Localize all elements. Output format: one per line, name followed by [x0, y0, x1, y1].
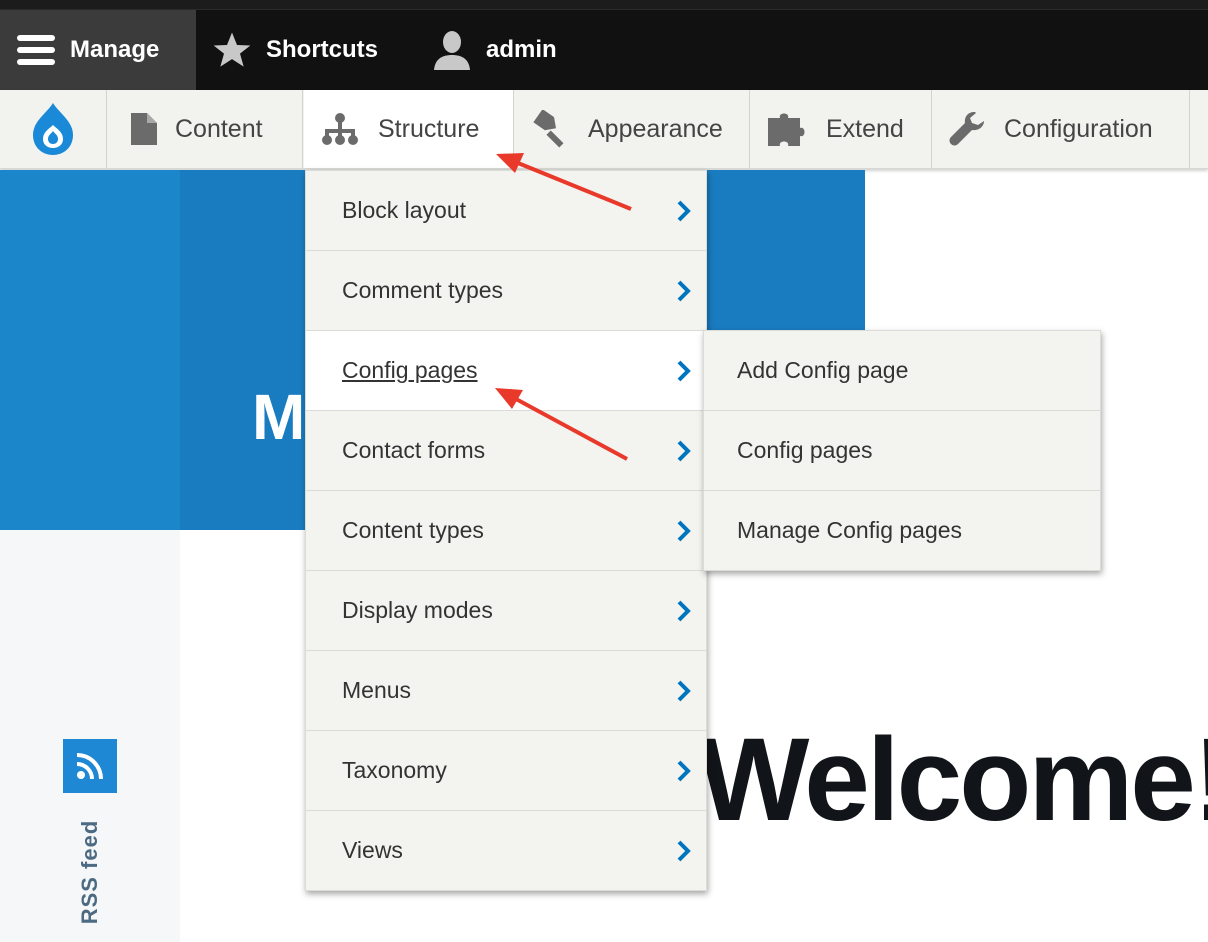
user-menu-button[interactable]: admin [432, 10, 557, 90]
chevron-right-icon [677, 440, 691, 461]
menu-item-comment-types[interactable]: Comment types [306, 251, 706, 331]
wrench-icon [949, 112, 984, 146]
menu-item-label: Config pages [342, 357, 478, 383]
puzzle-icon [768, 113, 805, 146]
shortcuts-button[interactable]: Shortcuts [212, 10, 378, 90]
tray-item-label: Appearance [588, 114, 723, 143]
menu-item-label: Content types [342, 517, 484, 543]
config-pages-submenu: Add Config page Config pages Manage Conf… [703, 330, 1101, 571]
page-icon [131, 113, 157, 145]
tray-item-label: Configuration [1004, 114, 1153, 143]
manage-button[interactable]: Manage [0, 10, 196, 90]
rss-icon [76, 753, 103, 780]
menu-item-display-modes[interactable]: Display modes [306, 571, 706, 651]
admin-tray: Content Structure Appearance Extend Conf… [0, 90, 1208, 169]
menu-item-block-layout[interactable]: Block layout [306, 171, 706, 251]
tray-item-label: Structure [378, 114, 480, 143]
rss-feed-label[interactable]: RSS feed [77, 820, 103, 925]
menu-item-views[interactable]: Views [306, 811, 706, 890]
tray-item-structure[interactable]: Structure [304, 90, 514, 168]
chevron-right-icon [677, 200, 691, 221]
chevron-right-icon [677, 520, 691, 541]
user-label: admin [486, 36, 557, 63]
hero-title-fragment: M [252, 381, 306, 453]
user-icon [434, 31, 470, 70]
chevron-right-icon [677, 840, 691, 861]
menu-item-label: Display modes [342, 597, 493, 623]
tray-item-label: Content [175, 114, 263, 143]
drupal-logo[interactable] [0, 90, 107, 168]
menu-item-contact-forms[interactable]: Contact forms [306, 411, 706, 491]
chevron-right-icon [677, 680, 691, 701]
submenu-item-label: Add Config page [737, 357, 909, 383]
menu-item-label: Block layout [342, 197, 467, 223]
chevron-right-icon [677, 760, 691, 781]
manage-label: Manage [70, 36, 160, 63]
chevron-right-icon [677, 600, 691, 621]
submenu-item-label: Config pages [737, 437, 873, 463]
menu-item-menus[interactable]: Menus [306, 651, 706, 731]
chevron-right-icon [677, 360, 691, 381]
menu-item-config-pages[interactable]: Config pages [306, 331, 706, 411]
submenu-item-label: Manage Config pages [737, 517, 963, 543]
menu-item-label: Comment types [342, 277, 504, 303]
menu-item-content-types[interactable]: Content types [306, 491, 706, 571]
tray-item-appearance[interactable]: Appearance [514, 90, 750, 168]
submenu-item-manage-config-pages[interactable]: Manage Config pages [704, 491, 1100, 570]
tray-item-label: Extend [826, 114, 904, 143]
menu-item-taxonomy[interactable]: Taxonomy [306, 731, 706, 811]
drupal-drop-icon [33, 103, 73, 155]
hamburger-icon [17, 35, 55, 65]
rss-feed-link[interactable] [63, 739, 117, 793]
menu-item-label: Menus [342, 677, 412, 703]
submenu-item-config-pages[interactable]: Config pages [704, 411, 1100, 491]
toolbar-edge [0, 0, 1208, 10]
menu-item-label: Taxonomy [342, 757, 447, 783]
submenu-item-add-config-page[interactable]: Add Config page [704, 331, 1100, 411]
tray-item-content[interactable]: Content [107, 90, 303, 168]
menu-item-label: Views [342, 837, 403, 863]
tray-item-extend[interactable]: Extend [750, 90, 932, 168]
admin-toolbar: Manage Shortcuts admin [0, 0, 1208, 90]
structure-dropdown-menu: Block layout Comment types Config pages … [305, 170, 707, 891]
shortcuts-label: Shortcuts [266, 36, 379, 63]
sitemap-icon [322, 113, 358, 145]
paintbrush-icon [533, 110, 564, 148]
chevron-right-icon [677, 280, 691, 301]
tray-item-overflow[interactable] [1190, 90, 1208, 168]
welcome-heading: Welcome! [698, 714, 1208, 846]
menu-item-label: Contact forms [342, 437, 486, 463]
tray-item-configuration[interactable]: Configuration [932, 90, 1190, 168]
star-icon [213, 32, 251, 67]
